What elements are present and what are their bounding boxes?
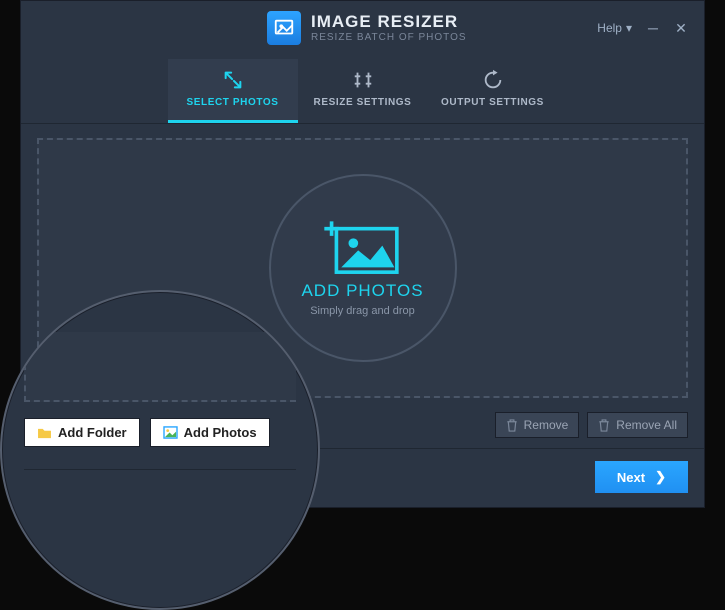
zoom-lens: Add Folder Add Photos xyxy=(0,290,320,610)
zoom-divider xyxy=(24,469,296,470)
tab-select-photos[interactable]: SELECT PHOTOS xyxy=(168,59,298,123)
resize-handles-icon xyxy=(352,69,374,91)
button-label: Next xyxy=(617,470,645,485)
help-label: Help xyxy=(597,21,622,35)
zoom-dropzone-fragment xyxy=(24,332,296,402)
tab-label: RESIZE SETTINGS xyxy=(314,97,412,108)
app-subtitle: RESIZE BATCH OF PHOTOS xyxy=(311,32,467,43)
help-menu[interactable]: Help ▾ xyxy=(597,21,632,35)
refresh-icon xyxy=(482,69,504,91)
drop-subtitle: Simply drag and drop xyxy=(310,305,415,317)
trash-icon xyxy=(598,419,610,432)
button-label: Add Folder xyxy=(58,425,127,440)
chevron-right-icon: ❯ xyxy=(655,469,666,485)
minimize-button[interactable]: ─ xyxy=(646,20,660,36)
next-button[interactable]: Next ❯ xyxy=(595,461,688,493)
remove-button[interactable]: Remove xyxy=(495,412,580,438)
zoom-add-photos-button[interactable]: Add Photos xyxy=(150,418,270,447)
add-photo-icon xyxy=(324,219,402,277)
button-label: Add Photos xyxy=(184,425,257,440)
button-label: Remove All xyxy=(616,418,677,432)
tab-bar: SELECT PHOTOS RESIZE SETTINGS OUTPUT SET… xyxy=(21,59,704,124)
tab-label: OUTPUT SETTINGS xyxy=(441,97,544,108)
brand: IMAGE RESIZER RESIZE BATCH OF PHOTOS xyxy=(267,11,467,45)
titlebar: IMAGE RESIZER RESIZE BATCH OF PHOTOS Hel… xyxy=(21,1,704,51)
app-title: IMAGE RESIZER xyxy=(311,13,467,32)
zoom-add-folder-button[interactable]: Add Folder xyxy=(24,418,140,447)
drop-title: ADD PHOTOS xyxy=(301,281,423,301)
window-controls: Help ▾ ─ ✕ xyxy=(597,20,688,37)
remove-all-button[interactable]: Remove All xyxy=(587,412,688,438)
chevron-down-icon: ▾ xyxy=(626,21,632,35)
tab-label: SELECT PHOTOS xyxy=(186,97,278,108)
tab-resize-settings[interactable]: RESIZE SETTINGS xyxy=(298,59,428,123)
trash-icon xyxy=(506,419,518,432)
tab-output-settings[interactable]: OUTPUT SETTINGS xyxy=(428,59,558,123)
photo-icon xyxy=(163,426,178,439)
folder-icon xyxy=(37,427,52,439)
app-logo-icon xyxy=(267,11,301,45)
button-label: Remove xyxy=(524,418,569,432)
expand-arrows-icon xyxy=(222,69,244,91)
close-button[interactable]: ✕ xyxy=(674,20,688,37)
